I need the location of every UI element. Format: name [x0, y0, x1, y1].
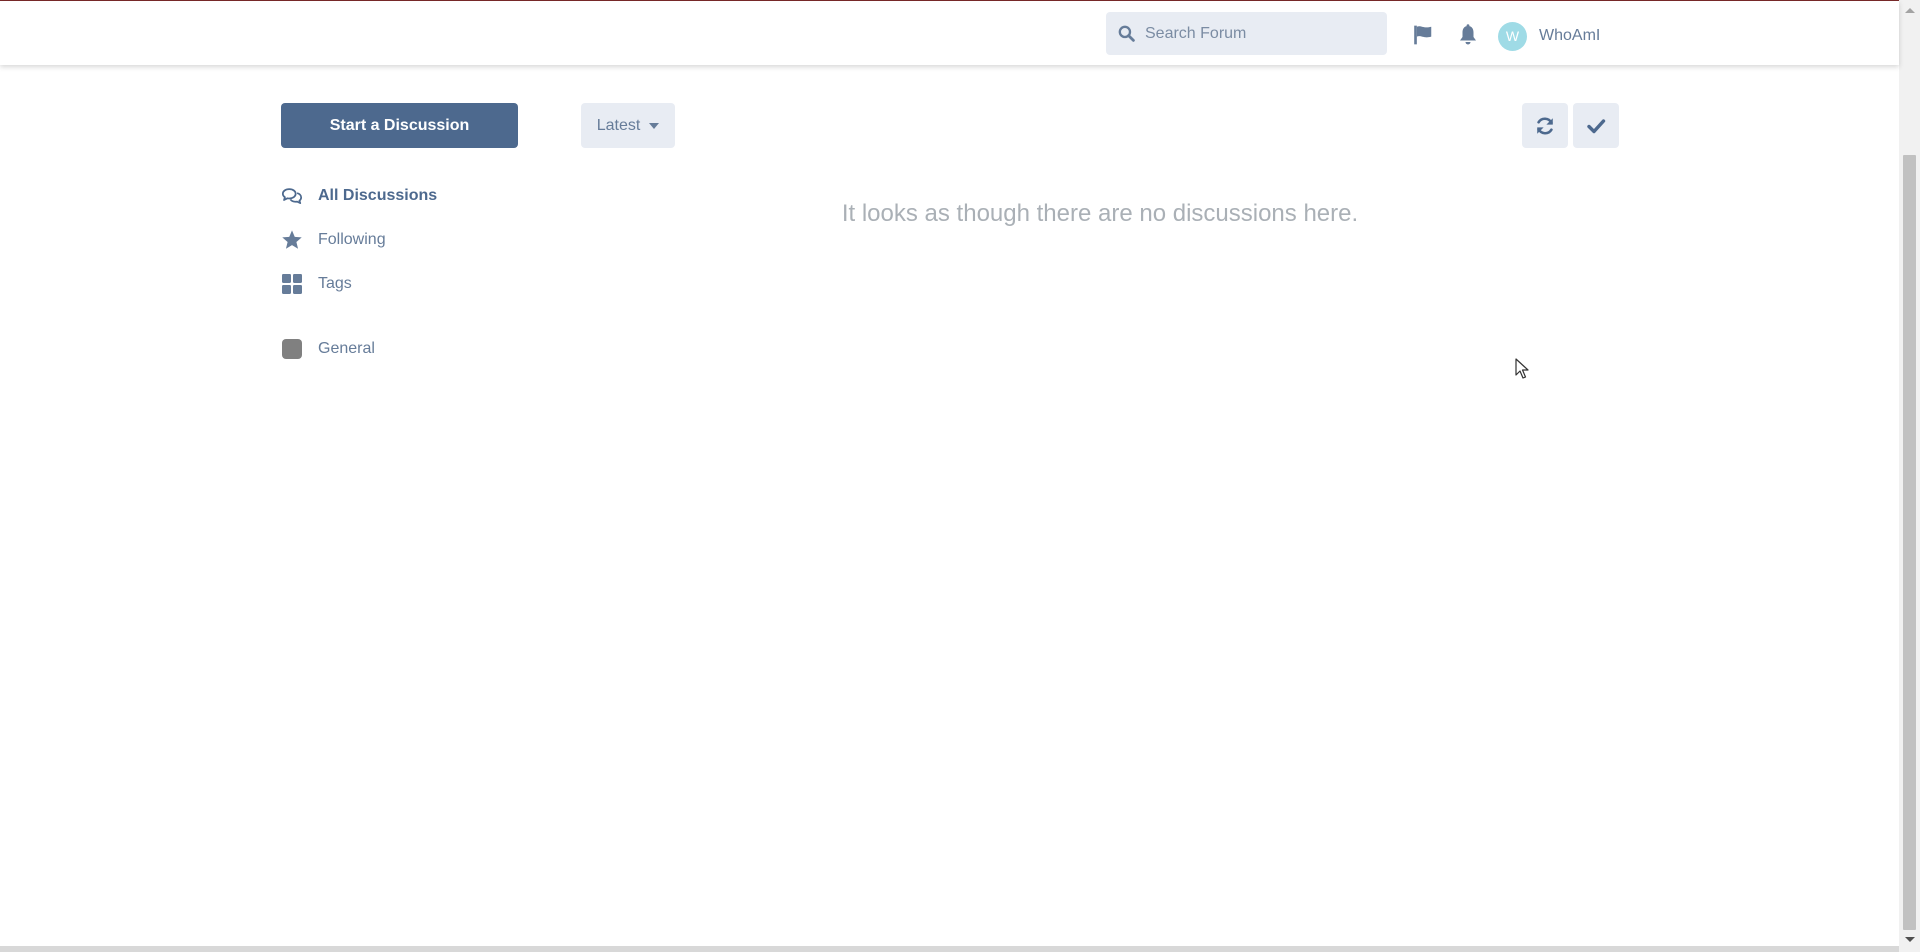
- refresh-button[interactable]: [1522, 103, 1568, 148]
- start-discussion-button[interactable]: Start a Discussion: [281, 103, 518, 148]
- nav-item-label: Tags: [318, 275, 352, 292]
- search-box[interactable]: [1106, 12, 1387, 55]
- sort-label: Latest: [596, 116, 641, 134]
- window-bottom-edge: [0, 946, 1899, 952]
- refresh-icon: [1537, 117, 1553, 134]
- user-menu[interactable]: W WhoAmI: [1498, 21, 1600, 51]
- scroll-down-icon[interactable]: [1905, 937, 1915, 942]
- th-large-icon: [281, 273, 303, 295]
- mark-all-read-button[interactable]: [1573, 103, 1619, 148]
- nav-item-label: Following: [318, 231, 386, 248]
- username: WhoAmI: [1539, 27, 1601, 44]
- scroll-thumb[interactable]: [1903, 155, 1916, 930]
- search-icon: [1118, 25, 1135, 42]
- tag-swatch-icon: [281, 338, 303, 360]
- nav-item-label: General: [318, 340, 375, 357]
- nav-item-label: All Discussions: [318, 187, 438, 204]
- avatar: W: [1498, 21, 1527, 51]
- nav-item-general-tag[interactable]: General: [281, 335, 541, 363]
- caret-down-icon: [649, 122, 660, 129]
- sort-dropdown[interactable]: Latest: [581, 103, 675, 148]
- forum-header: W WhoAmI: [0, 1, 1899, 65]
- nav-item-tags[interactable]: Tags: [281, 270, 541, 298]
- scroll-up-icon[interactable]: [1905, 8, 1915, 13]
- star-icon: [281, 229, 303, 251]
- mouse-cursor-icon: [1515, 358, 1529, 379]
- search-input[interactable]: [1145, 24, 1365, 43]
- page-scrollbar[interactable]: [1899, 0, 1920, 952]
- comments-icon: [281, 185, 303, 207]
- empty-discussions-message: It looks as though there are no discussi…: [841, 200, 1359, 227]
- bell-icon[interactable]: [1456, 23, 1480, 47]
- nav-item-following[interactable]: Following: [281, 226, 541, 254]
- nav-item-all-discussions[interactable]: All Discussions: [281, 182, 541, 210]
- flag-icon[interactable]: [1411, 23, 1435, 47]
- check-icon: [1587, 118, 1606, 133]
